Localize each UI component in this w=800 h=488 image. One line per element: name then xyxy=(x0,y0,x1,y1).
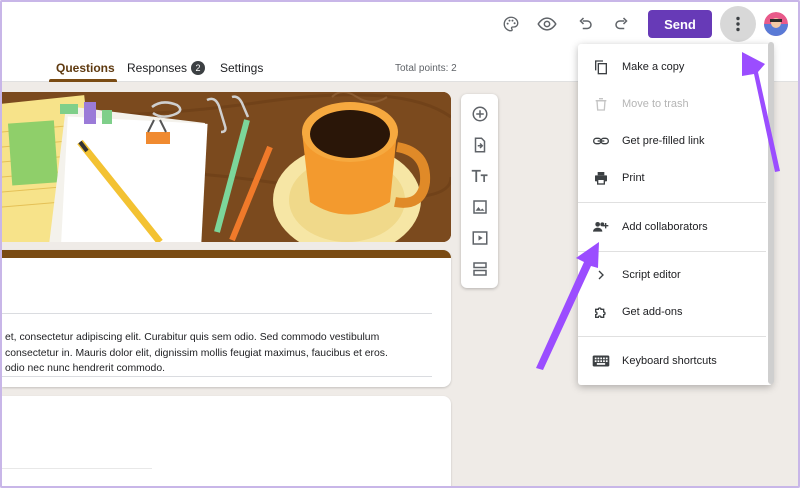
app-window: Send Questions Responses 2 Settings Total… xyxy=(0,0,800,488)
annotation-arrows xyxy=(536,52,780,370)
